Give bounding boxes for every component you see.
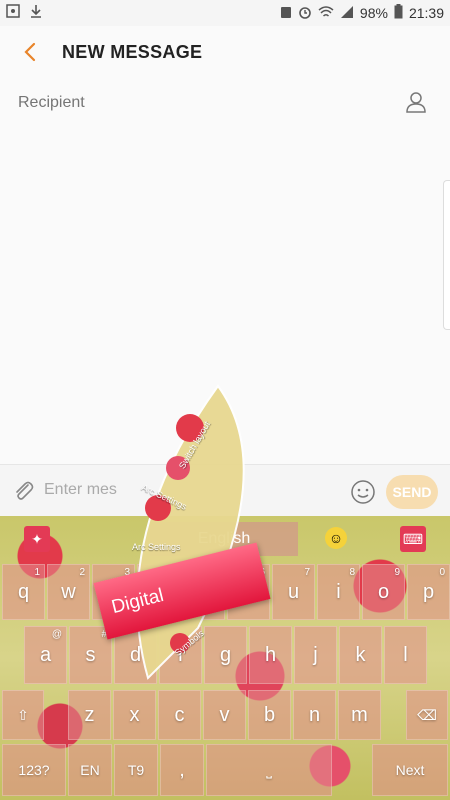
status-bar: 98% 21:39	[0, 0, 450, 26]
key-label: j	[313, 643, 318, 666]
notification-icon	[6, 4, 20, 21]
next-key[interactable]: Next	[372, 744, 448, 796]
key-hint: 2	[79, 567, 85, 578]
space-key[interactable]: ⎵	[206, 744, 332, 796]
alarm-icon	[298, 5, 312, 22]
key-hint: 0	[439, 567, 445, 578]
comma-key[interactable]: ,	[160, 744, 204, 796]
key-label: p	[422, 580, 435, 603]
key-l[interactable]: l	[384, 626, 427, 684]
key-label: d	[129, 643, 142, 666]
arc-item-arc-settings-2[interactable]: Arc Settings	[132, 542, 181, 552]
key-label: c	[174, 703, 185, 726]
key-g[interactable]: g	[204, 626, 247, 684]
download-icon	[30, 4, 42, 21]
key-w[interactable]: w2	[47, 564, 90, 620]
recipient-input[interactable]	[16, 88, 380, 118]
key-m[interactable]: m	[338, 690, 381, 740]
key-o[interactable]: o9	[362, 564, 405, 620]
key-x[interactable]: x	[113, 690, 156, 740]
message-area	[0, 124, 450, 464]
key-label: s	[85, 643, 96, 666]
key-n[interactable]: n	[293, 690, 336, 740]
language-key[interactable]: EN	[68, 744, 112, 796]
key-label: b	[263, 703, 276, 726]
app-bar: NEW MESSAGE	[0, 26, 450, 81]
screenshot-icon	[280, 5, 292, 22]
recipient-row	[0, 80, 450, 125]
key-label: u	[287, 580, 300, 603]
contact-icon[interactable]	[404, 90, 428, 114]
key-label: v	[219, 703, 230, 726]
key-h[interactable]: h	[249, 626, 292, 684]
key-label: k	[355, 643, 366, 666]
attach-icon[interactable]	[12, 479, 36, 503]
key-hint: @	[51, 629, 62, 640]
key-k[interactable]: k	[339, 626, 382, 684]
key-c[interactable]: c	[158, 690, 201, 740]
composer-bar: Enter mes SEND	[0, 464, 450, 517]
key-label: o	[377, 580, 390, 603]
key-label: n	[308, 703, 321, 726]
message-input[interactable]: Enter mes	[44, 481, 117, 499]
key-label: g	[219, 643, 232, 666]
back-arrow-icon[interactable]	[18, 40, 42, 64]
key-label: l	[403, 643, 408, 666]
key-hint: 8	[349, 567, 355, 578]
key-j[interactable]: j	[294, 626, 337, 684]
key-z[interactable]: z	[68, 690, 111, 740]
scrollbar[interactable]	[443, 180, 450, 330]
key-label: z	[84, 703, 95, 726]
key-u[interactable]: u7	[272, 564, 315, 620]
key-label: x	[129, 703, 140, 726]
signal-icon	[340, 5, 354, 22]
keyboard-layout-icon[interactable]: ⌨	[400, 526, 426, 552]
keyboard-menu-icon[interactable]: ✦	[24, 526, 50, 552]
key-b[interactable]: b	[248, 690, 291, 740]
key-label: q	[17, 580, 30, 603]
symbols-key[interactable]: 123?	[2, 744, 66, 796]
key-q[interactable]: q1	[2, 564, 45, 620]
page-title: NEW MESSAGE	[62, 42, 203, 62]
key-label: a	[39, 643, 52, 666]
backspace-key[interactable]: ⌫	[406, 690, 448, 740]
battery-icon	[394, 4, 403, 22]
key-label: i	[336, 580, 341, 603]
shift-key[interactable]: ⇧	[2, 690, 44, 740]
key-p[interactable]: p0	[407, 564, 450, 620]
clock: 21:39	[408, 5, 444, 21]
emoji-icon[interactable]	[350, 479, 376, 505]
key-label: h	[264, 643, 277, 666]
key-v[interactable]: v	[203, 690, 246, 740]
key-hint: 1	[34, 567, 40, 578]
battery-percent: 98%	[359, 5, 388, 21]
key-label: w	[61, 580, 76, 603]
t9-key[interactable]: T9	[114, 744, 158, 796]
emoji-keyboard-icon[interactable]: ☺	[325, 527, 347, 549]
key-a[interactable]: a @	[24, 626, 67, 684]
wifi-icon	[318, 5, 334, 22]
key-hint: 7	[304, 567, 310, 578]
key-i[interactable]: i8	[317, 564, 360, 620]
key-hint: 9	[394, 567, 400, 578]
key-label: m	[351, 703, 368, 726]
send-button[interactable]: SEND	[386, 475, 438, 509]
